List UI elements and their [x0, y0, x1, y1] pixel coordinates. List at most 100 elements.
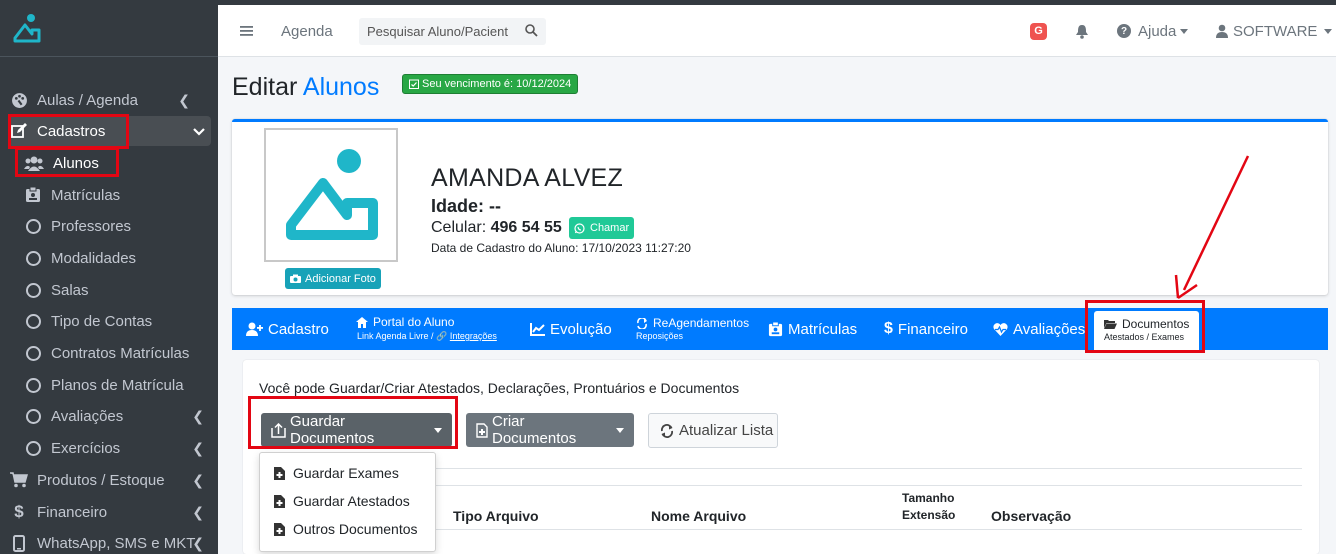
circle-icon [25, 282, 41, 298]
sidebar-item-label: Planos de Matrícula [51, 376, 184, 394]
sidebar-item-label: Exercícios [51, 439, 121, 457]
tab-avaliacoes[interactable]: Avaliações [993, 308, 1085, 350]
menu-item-guardar-atestados[interactable]: Guardar Atestados [274, 491, 410, 511]
sidebar-item-label: Cadastros [37, 122, 106, 140]
sidebar-item-planos-de-matricula[interactable]: Planos de Matrícula [0, 370, 218, 400]
sidebar-item-label: Contratos Matrículas [51, 344, 190, 362]
sidebar-item-exercicios[interactable]: Exercícios ❮ [0, 433, 218, 463]
add-photo-button[interactable]: Adicionar Foto [285, 268, 381, 289]
caret-down-icon [1324, 28, 1333, 34]
sidebar-item-label: Alunos [53, 154, 99, 172]
refresh-list-button[interactable]: Atualizar Lista [648, 413, 778, 448]
file-plus-icon [274, 466, 285, 480]
sidebar-item-label: Modalidades [51, 249, 137, 267]
sidebar-item-label: Tipo de Contas [51, 312, 153, 330]
store-documents-dropdown: Guardar Exames Guardar Atestados Outros … [259, 452, 436, 552]
user-plus-icon [246, 322, 263, 336]
sidebar-item-produtos-estoque[interactable]: Produtos / Estoque ❮ [0, 465, 218, 495]
file-plus-icon [274, 522, 285, 536]
sidebar-item-financeiro[interactable]: $ Financeiro ❮ [0, 497, 218, 527]
tab-evolucao[interactable]: Evolução [530, 308, 612, 350]
sidebar-item-label: Professores [51, 217, 132, 235]
id-badge-icon [24, 186, 42, 204]
student-tabs: Cadastro Portal do Aluno Link Agenda Liv… [232, 308, 1328, 350]
column-nome-arquivo: Nome Arquivo [651, 508, 747, 524]
column-observacao: Observação [991, 508, 1072, 524]
sync-icon [660, 423, 674, 438]
student-age: Idade: -- [431, 196, 502, 216]
menu-toggle-icon[interactable] [240, 5, 253, 57]
circle-icon [25, 408, 41, 424]
calendar-check-icon [409, 79, 419, 89]
help-menu[interactable]: ? Ajuda [1117, 5, 1189, 57]
sidebar-item-label: Financeiro [37, 503, 108, 521]
sidebar-item-contratos-matriculas[interactable]: Contratos Matrículas [0, 338, 218, 368]
sidebar-item-label: Avaliações [51, 407, 124, 425]
tab-financeiro[interactable]: $ Financeiro [884, 308, 968, 350]
chevron-left-icon: ❮ [192, 503, 204, 520]
column-tamanho-extensao: Tamanho Extensão [902, 491, 956, 522]
tab-portal-do-aluno[interactable]: Portal do Aluno Link Agenda Livre / 🔗 In… [356, 308, 497, 350]
sidebar-item-cadastros[interactable]: Cadastros [8, 116, 211, 146]
search-input[interactable]: Pesquisar Aluno/Pacient [359, 24, 525, 39]
page-title: Editar Alunos [232, 73, 380, 101]
caret-down-icon [616, 427, 624, 433]
menu-item-outros-documentos[interactable]: Outros Documentos [274, 519, 418, 539]
user-icon [1216, 24, 1228, 38]
mobile-icon [10, 534, 28, 552]
sidebar-item-label: Aulas / Agenda [37, 91, 138, 109]
sidebar-item-matriculas[interactable]: Matrículas [0, 180, 218, 210]
sidebar-item-alunos[interactable]: Alunos [0, 148, 218, 178]
due-date-badge: Seu vencimento é: 10/12/2024 [402, 74, 579, 94]
column-tipo-arquivo: Tipo Arquivo [453, 508, 539, 524]
search-icon[interactable] [525, 23, 546, 40]
tab-cadastro[interactable]: Cadastro [246, 308, 329, 350]
circle-icon [25, 345, 41, 361]
student-name: AMANDA ALVEZ [431, 164, 624, 192]
circle-icon [25, 218, 41, 234]
sync-icon [636, 318, 648, 329]
chart-line-icon [530, 322, 545, 336]
grammarly-button[interactable]: G [1030, 5, 1047, 57]
create-documents-button[interactable]: Criar Documentos [466, 413, 634, 447]
chevron-left-icon: ❮ [192, 439, 204, 456]
sidebar-item-whatsapp-sms-mkt[interactable]: WhatsApp, SMS e MKT ❮ [0, 528, 218, 554]
sidebar-item-professores[interactable]: Professores [0, 211, 218, 241]
integracoes-link[interactable]: Integrações [450, 331, 497, 341]
users-icon [24, 154, 44, 172]
sidebar-item-tipo-de-contas[interactable]: Tipo de Contas [0, 306, 218, 336]
student-phone: Celular: 496 54 55 [431, 219, 562, 236]
file-plus-icon [274, 494, 285, 508]
question-circle-icon: ? [1117, 24, 1131, 38]
chevron-left-icon: ❮ [192, 407, 204, 424]
documents-intro: Você pode Guardar/Criar Atestados, Decla… [259, 380, 740, 396]
tab-matriculas[interactable]: Matrículas [768, 308, 857, 350]
student-photo [264, 128, 398, 262]
menu-item-guardar-exames[interactable]: Guardar Exames [274, 463, 399, 483]
tab-reagendamentos[interactable]: ReAgendamentos Reposições [636, 308, 749, 350]
caret-down-icon [434, 427, 442, 433]
cart-icon [10, 471, 28, 489]
camera-icon [290, 274, 301, 283]
sidebar-item-aulas-agenda[interactable]: Aulas / Agenda ❮ [0, 85, 218, 115]
bell-icon[interactable] [1075, 5, 1089, 57]
user-name: SOFTWARE [1233, 22, 1318, 40]
sidebar-item-label: Matrículas [51, 186, 121, 204]
store-documents-button[interactable]: Guardar Documentos [261, 413, 452, 447]
agenda-link[interactable]: Agenda [281, 5, 333, 57]
chevron-left-icon: ❮ [192, 534, 204, 551]
sidebar-item-salas[interactable]: Salas [0, 275, 218, 305]
sidebar-item-avaliacoes[interactable]: Avaliações ❮ [0, 401, 218, 431]
search-box[interactable]: Pesquisar Aluno/Pacient [359, 18, 546, 45]
sidebar-item-label: WhatsApp, SMS e MKT [37, 534, 196, 552]
help-label: Ajuda [1138, 22, 1177, 40]
link-icon: 🔗 [436, 331, 448, 342]
circle-icon [25, 440, 41, 456]
circle-icon [25, 250, 41, 266]
tab-documentos[interactable]: Documentos Atestados / Exames [1094, 311, 1200, 350]
dollar-icon: $ [884, 320, 893, 337]
whatsapp-call-button[interactable]: Chamar [569, 217, 635, 239]
sidebar-item-modalidades[interactable]: Modalidades [0, 243, 218, 273]
brand[interactable] [0, 5, 218, 57]
user-menu[interactable]: SOFTWARE [1216, 5, 1333, 57]
